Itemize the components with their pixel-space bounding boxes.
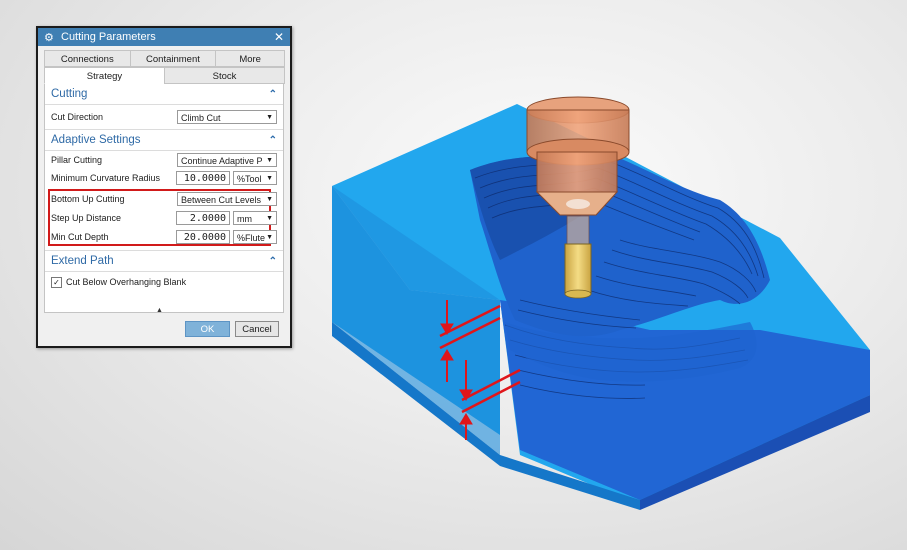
- chevron-down-icon: ▼: [266, 157, 273, 164]
- step-up-distance-label: Step Up Distance: [51, 212, 122, 223]
- section-cutting-header[interactable]: Cutting ⌃: [45, 84, 283, 105]
- dialog-footer: ▲ OK Cancel: [38, 307, 290, 346]
- step-up-unit: mm: [237, 213, 252, 224]
- dialog-titlebar[interactable]: ⚙ Cutting Parameters ✕: [38, 28, 290, 46]
- chevron-down-icon: ▼: [266, 195, 273, 203]
- tab-stock[interactable]: Stock: [164, 67, 285, 84]
- chevron-up-icon[interactable]: ⌃: [269, 256, 277, 267]
- strategy-panel: Cutting ⌃ Cut Direction Climb Cut ▼ Adap…: [44, 84, 284, 313]
- cut-direction-value: Climb Cut: [181, 113, 221, 123]
- section-title-cutting: Cutting: [51, 88, 88, 100]
- chevron-up-icon[interactable]: ⌃: [269, 89, 277, 100]
- chevron-up-icon[interactable]: ⌃: [269, 135, 277, 146]
- pillar-cutting-label: Pillar Cutting: [51, 155, 103, 165]
- section-adaptive-header[interactable]: Adaptive Settings ⌃: [45, 129, 283, 151]
- tab-containment[interactable]: Containment: [129, 50, 217, 67]
- resize-grip-icon[interactable]: ▲: [156, 307, 163, 314]
- dialog-title: Cutting Parameters: [61, 31, 156, 43]
- min-curvature-unit: %Tool: [237, 174, 262, 184]
- chevron-down-icon: ▼: [266, 233, 273, 241]
- step-up-unit-select[interactable]: mm ▼: [233, 210, 277, 225]
- chevron-down-icon: ▼: [266, 114, 273, 121]
- step-up-distance-input[interactable]: 2.0000: [176, 210, 230, 225]
- min-curvature-unit-select[interactable]: %Tool ▼: [233, 171, 277, 185]
- bottom-up-cutting-value: Between Cut Levels: [181, 194, 262, 205]
- min-curvature-label: Minimum Curvature Radius: [51, 173, 161, 183]
- pillar-cutting-select[interactable]: Continue Adaptive P ▼: [177, 153, 277, 167]
- check-icon: ✓: [53, 277, 60, 287]
- cancel-button[interactable]: Cancel: [235, 321, 279, 337]
- min-curvature-input[interactable]: 10.0000: [176, 171, 230, 185]
- bottom-up-cutting-label: Bottom Up Cutting: [51, 193, 125, 204]
- bottom-up-cutting-select[interactable]: Between Cut Levels ▼: [177, 191, 277, 206]
- cut-direction-label: Cut Direction: [51, 112, 104, 122]
- section-title-extend: Extend Path: [51, 255, 114, 267]
- chevron-down-icon: ▼: [266, 175, 273, 182]
- cut-below-checkbox[interactable]: ✓: [51, 276, 62, 288]
- chevron-down-icon: ▼: [266, 214, 273, 222]
- min-cut-depth-input[interactable]: 20.0000: [176, 229, 230, 244]
- tab-more[interactable]: More: [215, 50, 285, 67]
- tab-bar: Connections Containment More Strategy St…: [38, 46, 290, 84]
- close-icon[interactable]: ✕: [274, 30, 284, 44]
- cut-below-label: Cut Below Overhanging Blank: [66, 277, 187, 287]
- min-cut-depth-unit-select[interactable]: %Flute ▼: [233, 229, 277, 244]
- tab-connections[interactable]: Connections: [44, 50, 131, 67]
- ok-button[interactable]: OK: [185, 321, 230, 337]
- cut-direction-select[interactable]: Climb Cut ▼: [177, 110, 277, 124]
- section-title-adaptive: Adaptive Settings: [51, 134, 141, 146]
- gear-icon: ⚙: [44, 31, 54, 44]
- min-cut-depth-label: Min Cut Depth: [51, 231, 109, 242]
- min-cut-depth-unit: %Flute: [237, 232, 266, 243]
- pillar-cutting-value: Continue Adaptive P: [181, 156, 263, 166]
- tab-strategy[interactable]: Strategy: [44, 67, 165, 84]
- section-extend-header[interactable]: Extend Path ⌃: [45, 250, 283, 272]
- cutting-parameters-dialog: ⚙ Cutting Parameters ✕ Connections Conta…: [36, 26, 292, 348]
